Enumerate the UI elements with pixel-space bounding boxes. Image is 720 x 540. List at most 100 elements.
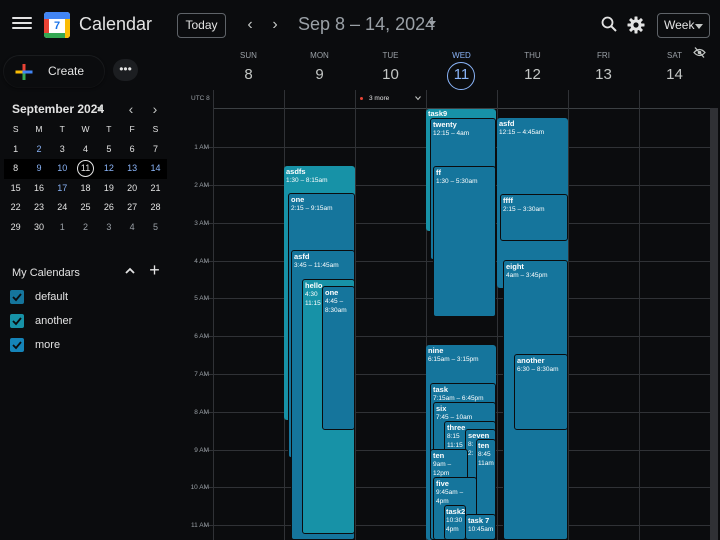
mini-day[interactable]: 3 [97, 218, 120, 238]
app-title: Calendar [79, 14, 153, 34]
mini-dow: M [35, 124, 43, 134]
date-range-caret-icon[interactable] [428, 21, 436, 26]
day-number[interactable]: 12 [497, 66, 568, 83]
calendar-name: default [35, 291, 69, 303]
mini-prev-month-button[interactable]: ‹ [125, 101, 137, 117]
mini-month-caret-icon[interactable] [97, 107, 103, 111]
my-calendars-title[interactable]: My Calendars [12, 267, 80, 279]
calendar-name: more [35, 339, 61, 351]
checkbox[interactable] [10, 314, 24, 328]
today-ring-icon [76, 160, 94, 177]
mini-day-today[interactable]: 11 [74, 159, 97, 179]
event-title: task9 [428, 109, 448, 118]
mini-day[interactable]: 30 [27, 218, 50, 238]
mini-day[interactable]: 8 [4, 159, 27, 179]
view-selector[interactable]: Week [657, 13, 710, 38]
mini-day[interactable]: 4 [121, 218, 144, 238]
mini-dow: S [152, 124, 159, 134]
main-menu-icon[interactable] [12, 14, 32, 36]
event-title: eight [506, 262, 524, 271]
mini-day[interactable]: 23 [27, 198, 50, 218]
day-number[interactable]: 9 [284, 66, 355, 83]
mini-day[interactable]: 17 [51, 179, 74, 199]
gear-icon[interactable] [627, 16, 645, 34]
mini-day[interactable]: 26 [97, 198, 120, 218]
event-ff[interactable]: ff 1:30 – 5:30am [433, 166, 496, 317]
chevron-up-icon[interactable] [124, 265, 136, 277]
logo-number: 7 [53, 20, 61, 32]
event-title: task [433, 385, 449, 394]
mini-day[interactable]: 3 [51, 140, 74, 160]
mini-day[interactable]: 28 [144, 198, 167, 218]
mini-calendar-month[interactable]: September 2024 [12, 102, 104, 116]
calendar-item-default[interactable]: default [8, 288, 158, 308]
mini-day[interactable]: 1 [4, 140, 27, 160]
mini-day[interactable]: 6 [121, 140, 144, 160]
hour-gridline [205, 336, 710, 337]
calendar-logo-icon: 7 [44, 12, 70, 38]
mini-day[interactable]: 13 [121, 159, 144, 179]
day-number[interactable]: 13 [568, 66, 639, 83]
mini-day[interactable]: 5 [97, 140, 120, 160]
mini-day[interactable]: 4 [74, 140, 97, 160]
event-one-2[interactable]: one 4:45 – 8:30am [322, 286, 355, 430]
more-options-button[interactable]: ••• [113, 59, 138, 81]
day-number[interactable]: 14 [639, 66, 710, 83]
checkmark-icon [12, 293, 22, 302]
event-time-end: 4pm [446, 526, 459, 533]
checkbox[interactable] [10, 338, 24, 352]
mini-day[interactable]: 25 [74, 198, 97, 218]
event-title: ffff [503, 196, 513, 205]
mini-day[interactable]: 22 [4, 198, 27, 218]
mini-next-month-button[interactable]: › [149, 101, 161, 117]
mini-dow: T [59, 124, 65, 134]
day-number-selected[interactable]: 11 [426, 66, 497, 83]
mini-day[interactable]: 2 [27, 140, 50, 160]
add-calendar-button[interactable]: + [147, 261, 162, 279]
mini-day[interactable]: 9 [27, 159, 50, 179]
mini-day[interactable]: 12 [97, 159, 120, 179]
mini-day[interactable]: 1 [51, 218, 74, 238]
column-divider [639, 90, 640, 540]
scrollbar-thumb[interactable] [710, 108, 718, 540]
mini-day[interactable]: 16 [27, 179, 50, 199]
day-header-mon: MON [310, 51, 329, 60]
mini-day[interactable]: 24 [51, 198, 74, 218]
mini-day[interactable]: 10 [51, 159, 74, 179]
mini-day[interactable]: 18 [74, 179, 97, 199]
event-another[interactable]: another 6:30 – 8:30am [514, 354, 568, 430]
event-time: 2:15 – 3:30am [503, 206, 545, 213]
mini-day[interactable]: 19 [97, 179, 120, 199]
event-time: 10:45am [468, 526, 494, 533]
search-icon[interactable] [601, 16, 617, 32]
checkbox[interactable] [10, 290, 24, 304]
mini-day[interactable]: 15 [4, 179, 27, 199]
eye-off-icon[interactable] [693, 47, 706, 58]
event-ffff[interactable]: ffff 2:15 – 3:30am [500, 194, 568, 241]
hour-label: 9 AM [194, 447, 209, 454]
event-title: one [291, 195, 305, 204]
date-range-title[interactable]: Sep 8 – 14, 2024 [298, 14, 435, 35]
next-week-button[interactable]: › [268, 15, 282, 35]
event-time-end: 8:30am [325, 307, 347, 314]
more-events-button[interactable]: 3 more [355, 92, 426, 106]
timezone-label: UTC 8 [191, 95, 210, 102]
mini-day[interactable]: 7 [144, 140, 167, 160]
event-task-7[interactable]: task 7 10:45am [465, 514, 496, 540]
day-number[interactable]: 8 [213, 66, 284, 83]
calendar-item-more[interactable]: more [8, 336, 158, 356]
event-time: 1:30 – 8:15am [286, 177, 328, 184]
day-number[interactable]: 10 [355, 66, 426, 83]
previous-week-button[interactable]: ‹ [243, 15, 257, 35]
calendar-item-another[interactable]: another [8, 312, 158, 332]
mini-day[interactable]: 20 [121, 179, 144, 199]
mini-day[interactable]: 5 [144, 218, 167, 238]
mini-day[interactable]: 21 [144, 179, 167, 199]
create-button[interactable]: Create [4, 56, 104, 87]
mini-day[interactable]: 29 [4, 218, 27, 238]
event-task2[interactable]: task2 10:30 4pm [444, 505, 466, 540]
today-button[interactable]: Today [177, 13, 226, 38]
mini-day[interactable]: 2 [74, 218, 97, 238]
mini-day[interactable]: 27 [121, 198, 144, 218]
mini-day[interactable]: 14 [144, 159, 167, 179]
